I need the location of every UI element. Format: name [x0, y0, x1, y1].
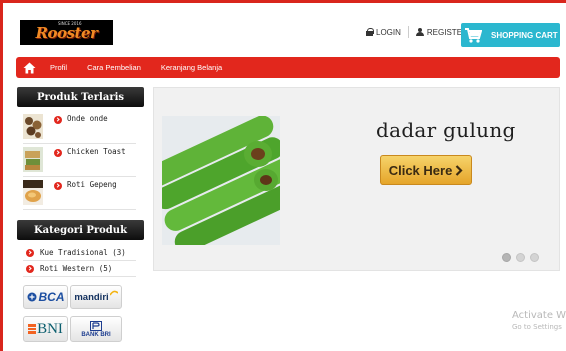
lock-icon [366, 28, 374, 36]
watermark-line-2: Go to Settings [512, 323, 562, 331]
hero-slider[interactable]: dadar gulung Click Here [153, 87, 560, 271]
user-icon [415, 28, 424, 36]
bullet-icon [54, 116, 62, 124]
site-logo[interactable]: SINCE 2016 Rooster [20, 20, 113, 45]
shopping-cart-icon [465, 28, 482, 43]
main-navbar: Profil Cara Pembelian Keranjang Belanja [16, 57, 560, 78]
bullet-icon [26, 249, 34, 257]
product-item[interactable]: Onde onde [23, 112, 136, 144]
chevron-right-icon [456, 164, 463, 176]
product-name: Chicken Toast [67, 147, 126, 156]
login-label: LOGIN [376, 27, 401, 37]
onde-onde-thumbnail [23, 114, 43, 139]
divider [407, 26, 409, 38]
product-name: Onde onde [67, 114, 108, 123]
bullet-icon [26, 265, 34, 273]
bullet-icon [54, 182, 62, 190]
bullet-icon [54, 149, 62, 157]
bca-label: BCA [38, 290, 65, 304]
bri-icon [90, 320, 102, 331]
nav-item-profil[interactable]: Profil [50, 63, 67, 72]
logo-tagline: SINCE 2016 [58, 21, 82, 26]
click-here-button[interactable]: Click Here [380, 155, 472, 185]
bni-icon [28, 324, 37, 334]
product-item[interactable]: Chicken Toast [23, 145, 136, 177]
chicken-toast-thumbnail [23, 147, 43, 172]
product-name: Roti Gepeng [67, 180, 117, 189]
cart-label: SHOPPING CART [491, 30, 558, 40]
bestseller-heading: Produk Terlaris [17, 87, 144, 107]
logo-text: Rooster [35, 23, 98, 42]
bni-label: BNI [37, 320, 63, 337]
activation-watermark: Activate W Go to Settings [512, 310, 566, 331]
slider-dot[interactable] [516, 253, 525, 262]
bri-label: BANK BRI [81, 331, 111, 338]
slider-dot[interactable] [502, 253, 511, 262]
category-item[interactable]: Roti Western (5) [23, 263, 136, 277]
category-item[interactable]: Kue Tradisional (3) [23, 247, 136, 261]
slider-pagination [502, 253, 539, 262]
home-icon[interactable] [23, 62, 36, 74]
roti-gepeng-thumbnail [23, 180, 43, 205]
shopping-cart-button[interactable]: SHOPPING CART [461, 23, 560, 47]
category-name: Roti Western (5) [40, 264, 113, 273]
bank-logo-bri: BANK BRI [70, 316, 122, 342]
slider-dot[interactable] [530, 253, 539, 262]
mandiri-wave-icon [109, 290, 118, 296]
nav-item-cara-pembelian[interactable]: Cara Pembelian [87, 63, 141, 72]
dadar-gulung-photo [162, 116, 280, 245]
slide-title: dadar gulung [376, 118, 516, 142]
nav-item-keranjang-belanja[interactable]: Keranjang Belanja [161, 63, 222, 72]
category-name: Kue Tradisional (3) [40, 248, 126, 257]
category-heading: Kategori Produk [17, 220, 144, 240]
bca-icon [27, 292, 36, 302]
bank-logo-mandiri: mandiri [70, 285, 122, 309]
click-here-label: Click Here [388, 162, 453, 178]
product-item[interactable]: Roti Gepeng [23, 178, 136, 210]
mandiri-label: mandiri [74, 291, 109, 303]
bank-logo-bni: BNI [23, 316, 68, 342]
bank-logo-bca: BCA [23, 285, 68, 309]
account-links: LOGIN REGISTER [366, 26, 468, 38]
watermark-line-1: Activate W [512, 310, 566, 321]
login-link[interactable]: LOGIN [366, 28, 401, 37]
